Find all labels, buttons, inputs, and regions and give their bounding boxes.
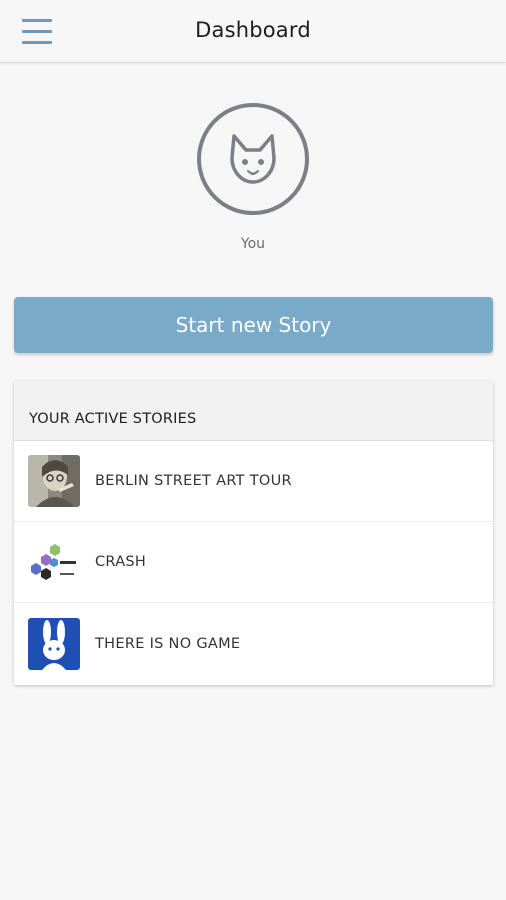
story-row-crash[interactable]: CRASH [14,522,493,603]
active-stories-card: YOUR ACTIVE STORIES BERLIN STREET ART TO… [14,381,493,685]
avatar[interactable] [197,103,309,215]
avatar-circle [197,103,309,215]
fox-face-icon [230,134,276,184]
crash-hexagon-logo [28,536,80,588]
story-title: THERE IS NO GAME [95,635,241,652]
top-app-bar: Dashboard [0,0,506,63]
story-row-berlin[interactable]: BERLIN STREET ART TOUR [14,441,493,522]
start-new-story-button[interactable]: Start new Story [14,297,493,353]
story-row-no-game[interactable]: THERE IS NO GAME [14,603,493,684]
street-art-photo [28,455,80,507]
active-stories-header: YOUR ACTIVE STORIES [14,381,493,441]
story-title: CRASH [95,554,147,570]
profile-name: You [240,236,266,252]
page-title: Dashboard [195,18,311,42]
story-title: BERLIN STREET ART TOUR [95,473,292,489]
white-rabbit-logo [28,617,80,670]
